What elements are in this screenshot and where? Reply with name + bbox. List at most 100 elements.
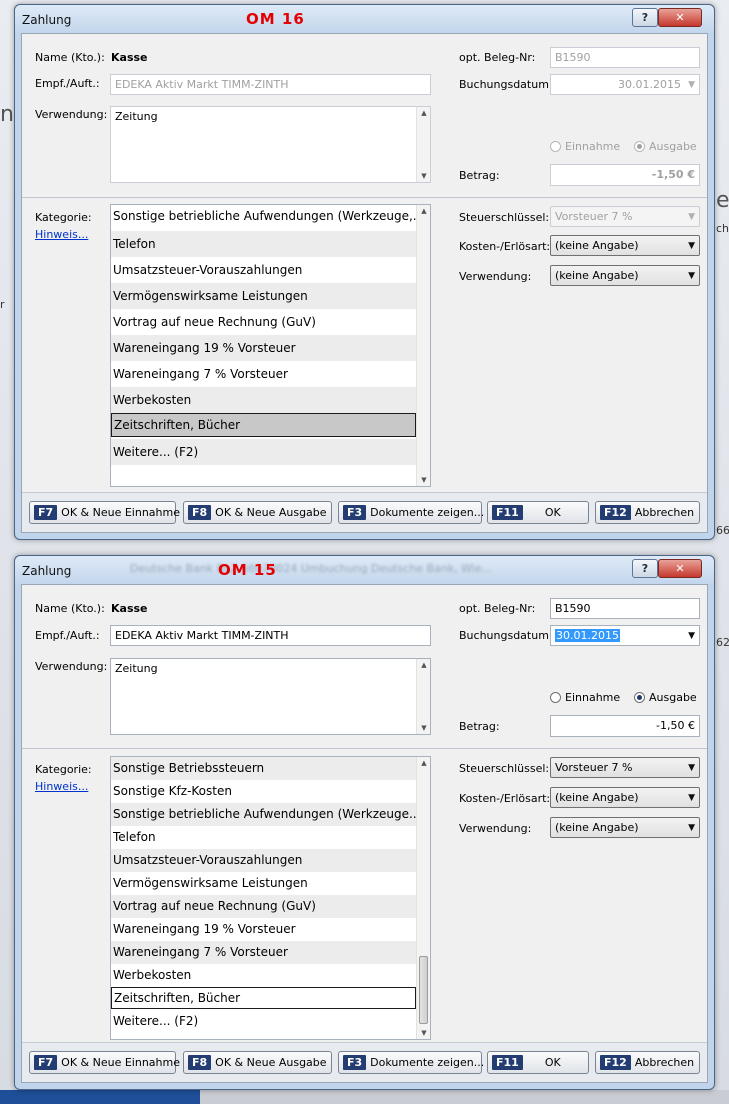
chevron-down-icon[interactable]: ▼ [688,237,695,255]
ok-new-income-button[interactable]: F7 OK & Neue Einnahme [29,501,180,524]
ok-new-expense-button[interactable]: F8 OK & Neue Ausgabe [183,501,332,524]
radio-einnahme[interactable]: Einnahme [550,691,620,704]
steuer-select[interactable]: Vorsteuer 7 % ▼ [550,206,700,227]
titlebar: Zahlung OM 16 ? ✕ [15,5,714,33]
verwendung2-select[interactable]: (keine Angabe) ▼ [550,817,700,838]
steuer-value: Vorsteuer 7 % [555,761,633,774]
fkey-badge: F7 [34,505,58,520]
scroll-up-icon[interactable]: ▲ [417,661,431,669]
verwendung-textarea[interactable]: Zeitung ▲ ▼ [110,106,431,183]
payment-dialog-om16: Zahlung OM 16 ? ✕ Name (Kto.): Kasse Emp… [14,4,715,540]
close-button[interactable]: ✕ [658,8,702,27]
beleg-field[interactable]: B1590 [550,598,700,619]
list-item[interactable]: Telefon [111,826,416,849]
scroll-down-icon[interactable]: ▼ [417,724,431,732]
list-item[interactable]: Umsatzsteuer-Vorauszahlungen [111,257,416,283]
steuer-select[interactable]: Vorsteuer 7 % ▼ [550,757,700,778]
betrag-field[interactable]: -1,50 € [550,715,700,737]
list-item[interactable]: Wareneingang 7 % Vorsteuer [111,361,416,387]
kategorie-label: Kategorie: [35,763,92,776]
chevron-down-icon[interactable]: ▼ [688,819,695,837]
fkey-badge: F8 [188,505,212,520]
list-item[interactable]: Vermögenswirksame Leistungen [111,872,416,895]
list-item[interactable]: Wareneingang 7 % Vorsteuer [111,941,416,964]
chevron-down-icon[interactable]: ▼ [688,76,695,94]
list-item[interactable]: Wareneingang 19 % Vorsteuer [111,335,416,361]
radio-ausgabe[interactable]: Ausgabe [634,691,697,704]
beleg-field[interactable]: B1590 [550,47,700,68]
list-item[interactable]: Vermögenswirksame Leistungen [111,283,416,309]
radio-einnahme[interactable]: Einnahme [550,140,620,153]
ok-new-expense-button[interactable]: F8 OK & Neue Ausgabe [183,1051,332,1074]
scroll-up-icon[interactable]: ▲ [417,207,430,215]
cancel-button[interactable]: F12 Abbrechen [595,501,700,524]
scroll-down-icon[interactable]: ▼ [417,172,431,180]
list-item[interactable]: Vortrag auf neue Rechnung (GuV) [111,309,416,335]
list-item[interactable]: Weitere... (F2) [111,439,416,465]
kategorie-label: Kategorie: [35,211,92,224]
chevron-down-icon[interactable]: ▼ [688,208,695,226]
chevron-down-icon[interactable]: ▼ [688,627,695,645]
hinweis-link[interactable]: Hinweis... [35,780,88,793]
verwendung2-select[interactable]: (keine Angabe) ▼ [550,265,700,286]
list-item[interactable]: Wareneingang 19 % Vorsteuer [111,918,416,941]
beleg-label: opt. Beleg-Nr: [459,602,536,615]
datum-field[interactable]: 30.01.2015 ▼ [550,74,700,95]
scroll-down-icon[interactable]: ▼ [417,1029,430,1037]
list-scrollbar[interactable]: ▲ ▼ [416,205,430,486]
list-item[interactable]: Sonstige betriebliche Aufwendungen (Werk… [111,803,416,826]
scroll-down-icon[interactable]: ▼ [417,476,430,484]
list-item[interactable]: Sonstige Kfz-Kosten [111,780,416,803]
datum-value: 30.01.2015 [618,78,681,91]
scroll-up-icon[interactable]: ▲ [417,109,431,117]
list-item[interactable]: Werbekosten [111,964,416,987]
help-button[interactable]: ? [632,559,658,578]
close-button[interactable]: ✕ [658,559,702,578]
ok-new-income-button[interactable]: F7 OK & Neue Einnahme [29,1051,180,1074]
kosten-select[interactable]: (keine Angabe) ▼ [550,235,700,256]
beleg-label: opt. Beleg-Nr: [459,51,536,64]
chevron-down-icon[interactable]: ▼ [688,789,695,807]
list-item[interactable]: Umsatzsteuer-Vorauszahlungen [111,849,416,872]
ok-button[interactable]: F11 OK [487,1051,589,1074]
ok-button[interactable]: F11 OK [487,501,589,524]
version-badge: OM 16 [246,10,305,28]
scroll-thumb[interactable] [419,956,428,1024]
datum-field[interactable]: 30.01.2015 ▼ [550,625,700,646]
empf-field[interactable]: EDEKA Aktiv Markt TIMM-ZINTH [110,625,431,646]
taskbar-fragment [0,1090,200,1104]
list-item-selected[interactable]: Zeitschriften, Bücher [111,413,416,437]
scroll-up-icon[interactable]: ▲ [417,759,430,767]
window-title: Zahlung [22,13,72,27]
verwendung-label: Verwendung: [35,660,108,673]
kategorie-list[interactable]: Sonstige Betriebssteuern Sonstige Kfz-Ko… [110,756,431,1040]
cancel-button[interactable]: F12 Abbrechen [595,1051,700,1074]
list-item[interactable]: Sonstige betriebliche Aufwendungen (Werk… [111,205,416,228]
help-button[interactable]: ? [632,8,658,27]
empf-field[interactable]: EDEKA Aktiv Markt TIMM-ZINTH [110,74,431,95]
list-item[interactable]: Telefon [111,231,416,257]
textarea-scrollbar[interactable]: ▲ ▼ [416,659,430,734]
verwendung2-label: Verwendung: [459,270,532,283]
betrag-label: Betrag: [459,720,500,733]
chevron-down-icon[interactable]: ▼ [688,759,695,777]
kosten-select[interactable]: (keine Angabe) ▼ [550,787,700,808]
radio-ausgabe[interactable]: Ausgabe [634,140,697,153]
kategorie-list[interactable]: Sonstige betriebliche Aufwendungen (Werk… [110,204,431,487]
betrag-field[interactable]: -1,50 € [550,164,700,186]
chevron-down-icon[interactable]: ▼ [688,267,695,285]
verwendung-textarea[interactable]: Zeitung ▲ ▼ [110,658,431,735]
list-item[interactable]: Sonstige Betriebssteuern [111,757,416,780]
empf-label: Empf./Auft.: [35,629,100,642]
textarea-scrollbar[interactable]: ▲ ▼ [416,107,430,182]
list-item-selected[interactable]: Zeitschriften, Bücher [111,987,416,1009]
show-documents-button[interactable]: F3 Dokumente zeigen... [338,501,484,524]
hinweis-link[interactable]: Hinweis... [35,228,88,241]
show-documents-button[interactable]: F3 Dokumente zeigen... [338,1051,484,1074]
list-item[interactable]: Weitere... (F2) [111,1010,416,1033]
list-item[interactable]: Vortrag auf neue Rechnung (GuV) [111,895,416,918]
blurred-background-text: Deutsche Bank BLZ 66070024 Umbuchung Deu… [130,562,493,575]
list-item[interactable]: Werbekosten [111,387,416,413]
list-scrollbar[interactable]: ▲ ▼ [416,757,430,1039]
fkey-badge: F3 [343,505,367,520]
